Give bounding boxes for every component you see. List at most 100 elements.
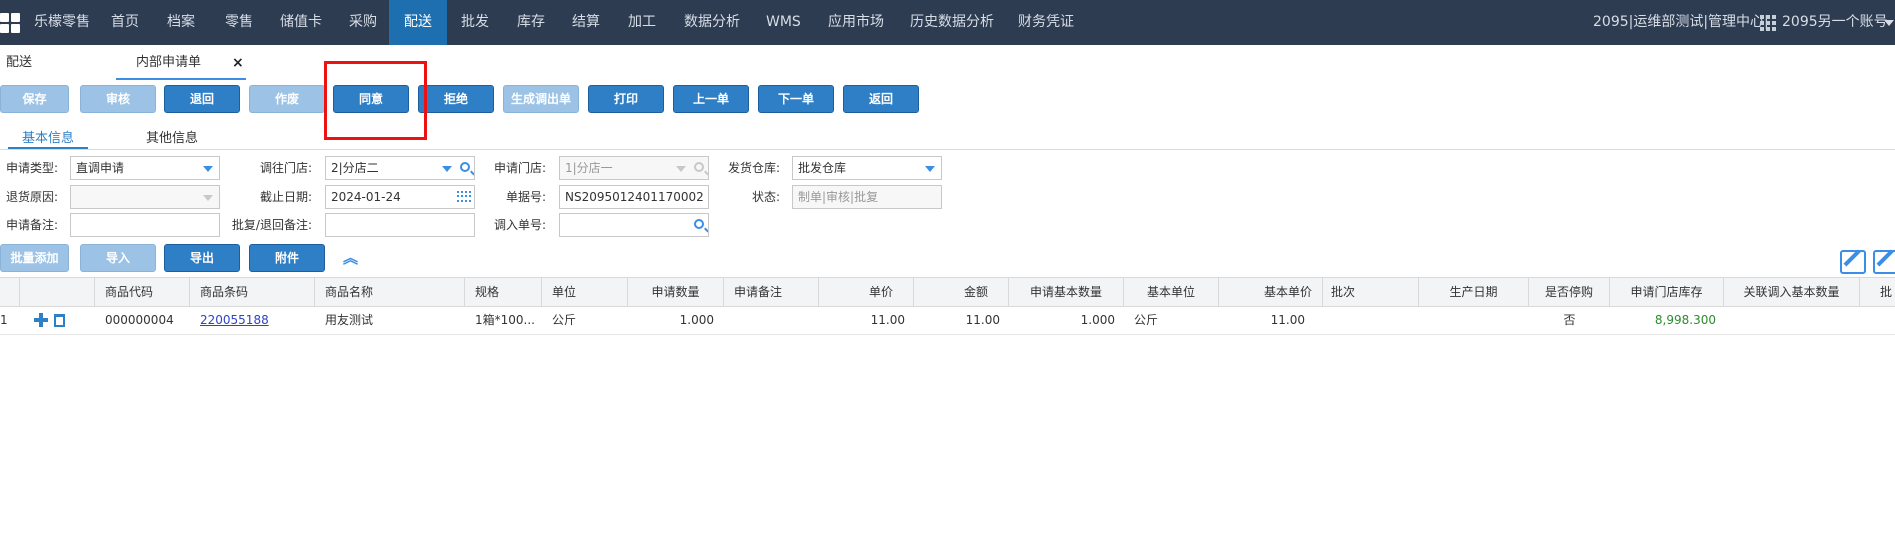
warehouse-label: 发货仓库: [727,161,780,175]
col-spec[interactable]: 规格 [465,278,542,306]
nav-item-distribution[interactable]: 配送 [389,0,447,45]
account-grid-icon[interactable] [1760,15,1776,31]
remark-label: 申请备注: [5,218,58,232]
col-batch[interactable]: 批次 [1323,278,1419,306]
col-base-qty[interactable]: 申请基本数量 [1009,278,1124,306]
close-icon[interactable]: × [232,46,244,80]
chevron-down-icon [676,166,686,172]
apply-store-field[interactable]: 1|分店一 [559,156,709,180]
tab-internal-request[interactable]: 内部申请单 [116,46,246,80]
tab-distribution[interactable]: 配送 [6,46,32,80]
cell-code: 000000004 [105,313,174,327]
add-row-icon[interactable] [34,313,48,327]
edit-icon[interactable] [1840,250,1866,274]
app-grid-icon[interactable] [0,13,20,33]
col-base-unit[interactable]: 基本单位 [1124,278,1219,306]
col-actions [20,278,95,306]
attachment-button[interactable]: 附件 [249,244,325,272]
warehouse-value: 批发仓库 [798,161,847,175]
cell-stopped: 否 [1563,313,1576,327]
table-row[interactable]: 1 000000004 220055188 用友测试 1箱*100... 公斤 … [0,307,1895,335]
generate-out-order-button[interactable]: 生成调出单 [503,85,579,113]
reject-button[interactable]: 拒绝 [418,85,494,113]
apply-type-select[interactable]: 直调申请 [70,156,220,180]
col-prod-date[interactable]: 生产日期 [1419,278,1529,306]
subtab-divider [0,149,1895,150]
row-index: 1 [0,313,8,327]
edit-columns-icon[interactable] [1873,250,1895,274]
col-remark[interactable]: 申请备注 [724,278,819,306]
calendar-icon[interactable] [457,191,471,203]
return-reason-label: 退货原因: [5,190,58,204]
print-button[interactable]: 打印 [588,85,664,113]
chevron-down-icon [203,166,213,172]
delete-icon[interactable] [54,314,65,327]
nav-item-history-analysis[interactable]: 历史数据分析 [910,0,994,45]
col-batch-2[interactable]: 批 [1860,278,1895,306]
remark-input[interactable] [70,213,220,237]
return-button[interactable]: 退回 [164,85,240,113]
nav-item-retail[interactable]: 零售 [225,0,253,45]
col-store-stock[interactable]: 申请门店库存 [1610,278,1724,306]
col-name[interactable]: 商品名称 [315,278,465,306]
tab-other-info[interactable]: 其他信息 [146,127,198,149]
void-button[interactable]: 作废 [249,85,325,113]
nav-item-app-market[interactable]: 应用市场 [828,0,884,45]
import-button[interactable]: 导入 [80,244,156,272]
page-tabs: 配送 内部申请单 × [0,46,1895,80]
batch-add-button[interactable]: 批量添加 [0,244,69,272]
col-qty[interactable]: 申请数量 [628,278,724,306]
nav-item-inventory[interactable]: 库存 [517,0,545,45]
apply-store-value: 1|分店一 [565,161,613,175]
status-field: 制单|审核|批复 [792,185,942,209]
deadline-label: 截止日期: [259,190,312,204]
nav-item-processing[interactable]: 加工 [628,0,656,45]
nav-item-home[interactable]: 首页 [111,0,139,45]
search-icon[interactable] [694,219,704,229]
cell-name: 用友测试 [325,313,374,327]
export-button[interactable]: 导出 [164,244,240,272]
col-unit[interactable]: 单位 [542,278,628,306]
deadline-field[interactable]: 2024-01-24 [325,185,475,209]
nav-item-wholesale[interactable]: 批发 [461,0,489,45]
nav-item-archive[interactable]: 档案 [167,0,195,45]
reply-remark-input[interactable] [325,213,475,237]
cell-spec: 1箱*100... [475,313,535,327]
cell-barcode-link[interactable]: 220055188 [200,307,310,334]
nav-item-data-analysis[interactable]: 数据分析 [684,0,740,45]
return-reason-select[interactable] [70,185,220,209]
nav-item-finance-voucher[interactable]: 财务凭证 [1018,0,1074,45]
nav-item-storedcard[interactable]: 储值卡 [280,0,322,45]
audit-button[interactable]: 审核 [80,85,156,113]
col-base-price[interactable]: 基本单价 [1219,278,1323,306]
col-stopped[interactable]: 是否停购 [1529,278,1610,306]
col-linked-qty[interactable]: 关联调入基本数量 [1724,278,1860,306]
col-barcode[interactable]: 商品条码 [190,278,315,306]
in-no-field[interactable] [559,213,709,237]
warehouse-select[interactable]: 批发仓库 [792,156,942,180]
search-icon[interactable] [460,162,470,172]
cell-amount: 11.00 [965,313,1000,327]
tab-basic-info[interactable]: 基本信息 [8,127,88,149]
to-store-value: 2|分店二 [331,161,379,175]
apply-type-value: 直调申请 [76,161,125,175]
account-switcher[interactable]: 2095另一个账号 [1782,0,1888,45]
back-button[interactable]: 返回 [843,85,919,113]
order-no-field[interactable]: NS2095012401170002 [559,185,709,209]
prev-order-button[interactable]: 上一单 [673,85,749,113]
cell-remark [734,307,814,334]
chevron-down-icon[interactable] [1884,20,1894,26]
to-store-field[interactable]: 2|分店二 [325,156,475,180]
col-price[interactable]: 单价 [819,278,914,306]
col-code[interactable]: 商品代码 [95,278,190,306]
nav-item-settlement[interactable]: 结算 [572,0,600,45]
collapse-up-icon[interactable]: ︽ [343,250,359,266]
next-order-button[interactable]: 下一单 [758,85,834,113]
save-button[interactable]: 保存 [0,85,69,113]
nav-item-purchase[interactable]: 采购 [349,0,377,45]
col-amount[interactable]: 金额 [914,278,1009,306]
in-no-label: 调入单号: [493,218,546,232]
nav-item-wms[interactable]: WMS [766,0,801,45]
brand-name[interactable]: 乐檬零售 [34,0,90,45]
cell-price: 11.00 [870,313,905,327]
